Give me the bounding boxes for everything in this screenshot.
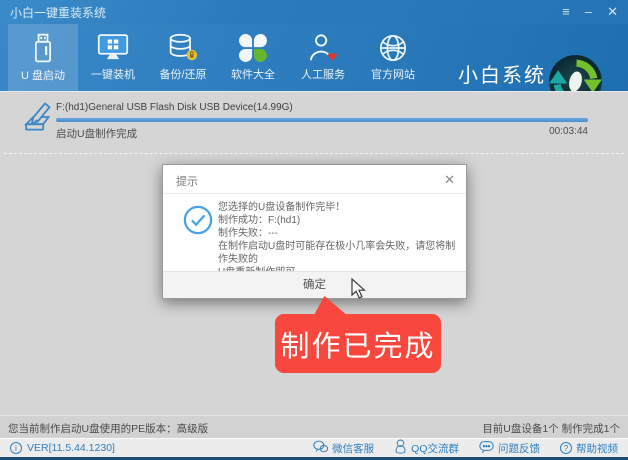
footer-bar: i VER[11.5.44.1230] 微信客服 QQ交流群 问题反馈 ? 帮助… xyxy=(0,438,628,457)
disk-pencil-icon xyxy=(18,100,54,139)
help-video-link[interactable]: ? 帮助视频 xyxy=(560,439,618,457)
nav-item-label: 备份/还原 xyxy=(159,69,207,81)
dialog-header: 提示 ✕ xyxy=(163,165,466,194)
titlebar: 小白一键重装系统 ≡ – ✕ xyxy=(0,0,628,24)
dialog-close-icon[interactable]: ✕ xyxy=(444,172,455,188)
dialog-title: 提示 xyxy=(176,176,198,188)
pe-version-status: 您当前制作启动U盘使用的PE版本：高级版 xyxy=(8,423,209,435)
dialog-message: 您选择的U盘设备制作完毕！ 制作成功：F:(hd1) 制作失败：--- 在制作启… xyxy=(218,201,460,279)
footer-link-label: 问题反馈 xyxy=(498,442,540,455)
progress-bar xyxy=(56,118,588,122)
nav-item-label: 软件大全 xyxy=(231,69,275,81)
device-label: F:(hd1)General USB Flash Disk USB Device… xyxy=(56,102,293,113)
prompt-dialog: 提示 ✕ 您选择的U盘设备制作完毕！ 制作成功：F:(hd1) 制作失败：---… xyxy=(162,164,467,299)
version-block: i VER[11.5.44.1230] xyxy=(10,442,115,454)
globe-icon xyxy=(378,33,408,63)
nav-item-human-service[interactable]: 人工服务 xyxy=(288,24,358,91)
qq-icon xyxy=(394,439,407,457)
window-controls: ≡ – ✕ xyxy=(562,0,618,24)
nav-item-label: U 盘启动 xyxy=(21,70,65,82)
nav-item-software[interactable]: 软件大全 xyxy=(218,24,288,91)
feedback-bubble-icon xyxy=(479,440,494,457)
version-text: VER[11.5.44.1230] xyxy=(27,442,115,454)
completion-callout: 制作已完成 xyxy=(275,314,441,373)
person-heart-icon xyxy=(308,33,338,63)
mouse-cursor-icon xyxy=(351,277,367,304)
dialog-line: 制作失败：--- xyxy=(218,228,278,239)
wechat-icon xyxy=(313,440,329,456)
footer-link-label: 微信客服 xyxy=(332,442,375,455)
ok-button[interactable]: 确定 xyxy=(163,271,466,298)
footer-links: 微信客服 QQ交流群 问题反馈 ? 帮助视频 xyxy=(313,439,618,457)
dashed-separator xyxy=(4,153,624,154)
feedback-link[interactable]: 问题反馈 xyxy=(479,439,540,457)
app-window: 小白一键重装系统 ≡ – ✕ U 盘启动 一键装机 备份/还原 软件大全 人工服… xyxy=(0,0,628,460)
nav-bar: U 盘启动 一键装机 备份/还原 软件大全 人工服务 官方网站 小白系统 xyxy=(0,24,628,108)
minimize-icon[interactable]: – xyxy=(585,0,592,24)
check-circle-icon xyxy=(183,205,213,240)
dialog-line: 制作成功：F:(hd1) xyxy=(218,215,301,226)
qq-group-link[interactable]: QQ交流群 xyxy=(394,439,459,457)
nav-item-label: 人工服务 xyxy=(301,69,345,81)
usb-drive-icon xyxy=(29,32,57,64)
nav-item-label: 官方网站 xyxy=(371,69,415,81)
nav-item-backup-restore[interactable]: 备份/还原 xyxy=(148,24,218,91)
database-lock-icon xyxy=(167,33,199,63)
dialog-line: 在制作启动U盘时可能存在极小几率会失败，请您将制作失败的 xyxy=(218,241,456,265)
nav-item-label: 一键装机 xyxy=(91,69,135,81)
progress-time: 00:03:44 xyxy=(549,126,588,137)
nav-items: U 盘启动 一键装机 备份/还原 软件大全 人工服务 官方网站 xyxy=(8,24,428,91)
nav-item-usb-boot[interactable]: U 盘启动 xyxy=(8,24,78,91)
info-icon: i xyxy=(10,442,22,454)
footer-link-label: 帮助视频 xyxy=(576,442,618,455)
nav-item-official-site[interactable]: 官方网站 xyxy=(358,24,428,91)
progress-bar-fill xyxy=(56,118,588,122)
content-area: F:(hd1)General USB Flash Disk USB Device… xyxy=(0,91,628,415)
menu-icon[interactable]: ≡ xyxy=(562,0,570,24)
wechat-support-link[interactable]: 微信客服 xyxy=(313,439,374,457)
monitor-windows-icon xyxy=(97,33,129,63)
software-leaves-icon xyxy=(238,33,268,63)
dialog-line: 您选择的U盘设备制作完毕！ xyxy=(218,202,346,213)
device-count-status: 目前U盘设备1个 制作完成1个 xyxy=(482,423,620,435)
progress-status: 启动U盘制作完成 xyxy=(56,128,138,140)
brand-title: 小白系统 xyxy=(458,65,546,87)
footer-link-label: QQ交流群 xyxy=(411,442,459,455)
nav-item-one-key-install[interactable]: 一键装机 xyxy=(78,24,148,91)
help-circle-icon: ? xyxy=(560,442,572,454)
close-icon[interactable]: ✕ xyxy=(607,0,618,24)
status-bar: 您当前制作启动U盘使用的PE版本：高级版 目前U盘设备1个 制作完成1个 xyxy=(0,415,628,438)
callout-text: 制作已完成 xyxy=(280,330,436,363)
window-title: 小白一键重装系统 xyxy=(10,5,107,20)
